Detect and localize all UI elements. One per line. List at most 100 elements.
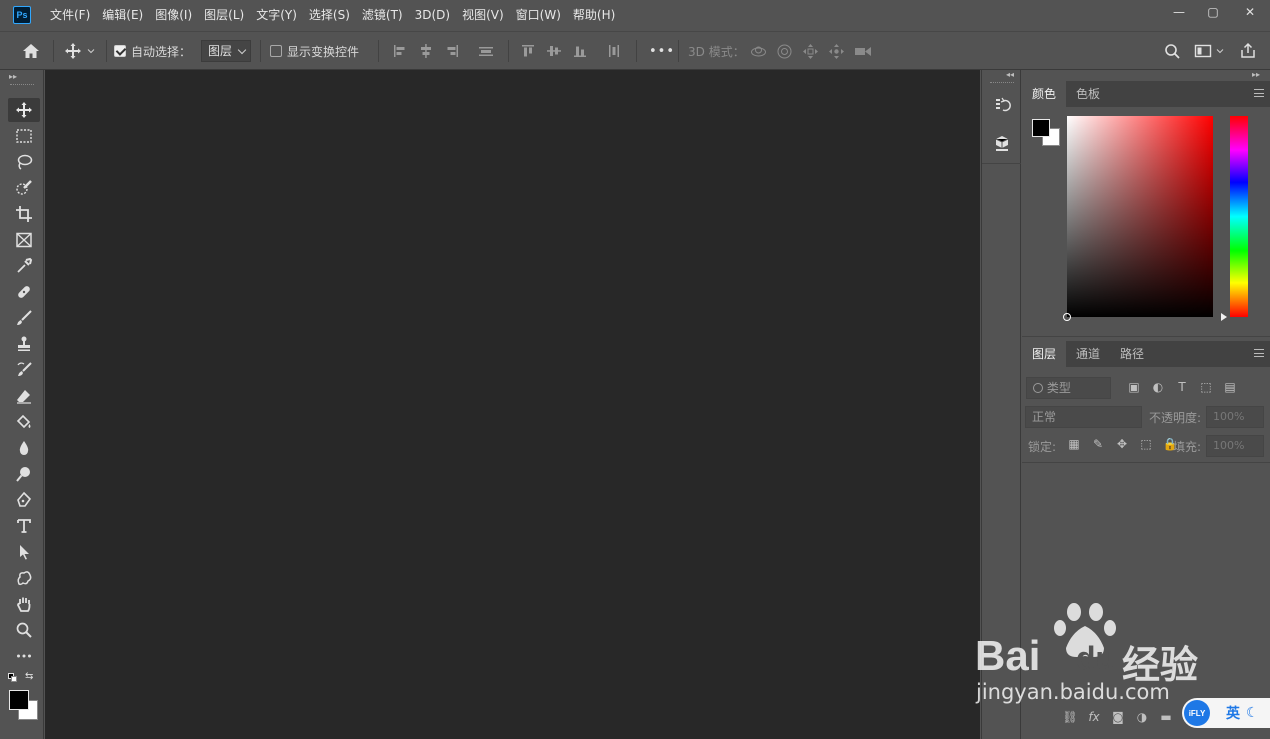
tab-color[interactable]: 颜色 xyxy=(1022,81,1067,107)
menu-3d[interactable]: 3D(D) xyxy=(409,0,456,31)
clone-stamp-tool[interactable] xyxy=(8,332,40,356)
auto-select-target-dropdown[interactable]: 图层 xyxy=(201,32,252,70)
paint-bucket-tool[interactable] xyxy=(8,410,40,434)
menu-layer[interactable]: 图层(L) xyxy=(198,0,250,31)
auto-select-checkbox[interactable] xyxy=(114,45,126,57)
healing-brush-tool[interactable] xyxy=(8,280,40,304)
show-transform-checkbox[interactable] xyxy=(270,45,282,57)
hue-slider[interactable] xyxy=(1221,116,1248,321)
tool-preset-picker[interactable] xyxy=(64,32,96,70)
filter-type-icon[interactable]: T xyxy=(1170,380,1194,394)
brush-tool[interactable] xyxy=(8,306,40,330)
history-brush-tool[interactable] xyxy=(8,358,40,382)
filter-smart-object-icon[interactable]: ▤ xyxy=(1218,380,1242,394)
auto-select-target-value[interactable]: 图层 xyxy=(201,40,252,62)
new-group-icon[interactable]: ▬ xyxy=(1154,710,1178,724)
path-selection-tool[interactable] xyxy=(8,540,40,564)
align-right-icon[interactable] xyxy=(444,43,460,59)
lock-image-icon[interactable]: ✎ xyxy=(1086,437,1110,451)
move-tool[interactable] xyxy=(8,98,40,122)
align-horizontal-center-icon[interactable] xyxy=(418,43,434,59)
menu-edit[interactable]: 编辑(E) xyxy=(96,0,149,31)
dodge-tool[interactable] xyxy=(8,462,40,486)
color-field[interactable] xyxy=(1063,116,1213,321)
lock-transparent-icon[interactable]: ▦ xyxy=(1062,437,1086,451)
lock-artboard-icon[interactable]: ⬚ xyxy=(1134,437,1158,451)
auto-select-toggle[interactable]: 自动选择： xyxy=(114,32,191,70)
swap-colors-icon[interactable]: ⇆ xyxy=(25,671,33,682)
history-panel-button[interactable] xyxy=(988,92,1016,118)
filter-adjustment-icon[interactable]: ◐ xyxy=(1146,380,1170,394)
ime-language[interactable]: 英 xyxy=(1226,703,1240,723)
align-middle-icon[interactable] xyxy=(546,43,562,59)
dock-grip[interactable] xyxy=(990,82,1014,84)
add-mask-icon[interactable]: ◙ xyxy=(1106,710,1130,724)
3d-panel-button[interactable] xyxy=(988,130,1016,156)
document-workspace[interactable] xyxy=(45,70,980,739)
menu-help[interactable]: 帮助(H) xyxy=(567,0,621,31)
blend-mode-dropdown[interactable]: 正常 xyxy=(1025,406,1142,428)
lasso-tool[interactable] xyxy=(8,150,40,174)
distribute-horizontal-button[interactable] xyxy=(606,32,622,70)
align-left-icon[interactable] xyxy=(392,43,408,59)
3d-orbit-icon[interactable] xyxy=(750,43,767,60)
3d-roll-icon[interactable] xyxy=(776,43,793,60)
fill-input[interactable]: 100% xyxy=(1206,435,1264,457)
color-picker-cursor[interactable] xyxy=(1063,313,1071,321)
menu-file[interactable]: 文件(F) xyxy=(44,0,96,31)
menu-view[interactable]: 视图(V) xyxy=(456,0,510,31)
workspace-switcher[interactable] xyxy=(1194,32,1225,70)
new-adjustment-icon[interactable]: ◑ xyxy=(1130,710,1154,724)
tab-channels[interactable]: 通道 xyxy=(1066,341,1110,367)
more-options-button[interactable]: ••• xyxy=(649,32,675,70)
foreground-color-swatch[interactable] xyxy=(9,690,29,710)
foreground-color-swatch[interactable] xyxy=(1032,119,1050,137)
quick-selection-tool[interactable] xyxy=(8,176,40,200)
eyedropper-tool[interactable] xyxy=(8,254,40,278)
show-transform-controls-toggle[interactable]: 显示变换控件 xyxy=(270,32,359,70)
align-top-icon[interactable] xyxy=(520,43,536,59)
home-button[interactable] xyxy=(22,32,40,70)
hand-tool[interactable] xyxy=(8,592,40,616)
type-tool[interactable] xyxy=(8,514,40,538)
link-layers-icon[interactable]: ⛓ xyxy=(1058,710,1082,724)
menu-filter[interactable]: 滤镜(T) xyxy=(356,0,409,31)
hue-slider-handle[interactable] xyxy=(1221,313,1227,321)
tab-swatches[interactable]: 色板 xyxy=(1066,81,1110,107)
panel-menu-icon[interactable] xyxy=(1254,89,1264,97)
share-button[interactable] xyxy=(1239,32,1257,70)
menu-image[interactable]: 图像(I) xyxy=(149,0,198,31)
menu-select[interactable]: 选择(S) xyxy=(303,0,356,31)
maximize-button[interactable]: ▢ xyxy=(1196,0,1230,24)
frame-tool[interactable] xyxy=(8,228,40,252)
tab-paths[interactable]: 路径 xyxy=(1110,341,1154,367)
lock-position-icon[interactable]: ✥ xyxy=(1110,437,1134,451)
pen-tool[interactable] xyxy=(8,488,40,512)
3d-slide-icon[interactable] xyxy=(828,43,845,60)
custom-shape-tool[interactable] xyxy=(8,566,40,590)
filter-shape-icon[interactable]: ⬚ xyxy=(1194,380,1218,394)
3d-pan-icon[interactable] xyxy=(802,43,819,60)
menu-type[interactable]: 文字(Y) xyxy=(250,0,303,31)
distribute-button[interactable] xyxy=(477,32,495,70)
tab-layers[interactable]: 图层 xyxy=(1022,341,1067,367)
ime-indicator[interactable]: iFLY 英 ☾ xyxy=(1182,698,1270,728)
collapse-toolbar-icon[interactable]: ▸▸ xyxy=(9,72,17,81)
expand-panels-icon[interactable]: ▸▸ xyxy=(1252,70,1260,79)
eraser-tool[interactable] xyxy=(8,384,40,408)
blur-tool[interactable] xyxy=(8,436,40,460)
layer-style-icon[interactable]: fx xyxy=(1082,710,1106,724)
collapse-dock-icon[interactable]: ◂◂ xyxy=(1006,70,1014,79)
align-bottom-icon[interactable] xyxy=(572,43,588,59)
minimize-button[interactable]: — xyxy=(1162,0,1196,24)
layer-filter-kind[interactable]: 类型 xyxy=(1026,377,1111,399)
edit-toolbar-button[interactable] xyxy=(8,644,40,668)
panel-menu-icon[interactable] xyxy=(1254,349,1264,357)
rectangular-marquee-tool[interactable] xyxy=(8,124,40,148)
filter-pixel-icon[interactable]: ▣ xyxy=(1122,380,1146,394)
3d-scale-icon[interactable] xyxy=(854,43,873,60)
zoom-tool[interactable] xyxy=(8,618,40,642)
close-button[interactable]: ✕ xyxy=(1230,0,1270,24)
menu-window[interactable]: 窗口(W) xyxy=(510,0,567,31)
crop-tool[interactable] xyxy=(8,202,40,226)
